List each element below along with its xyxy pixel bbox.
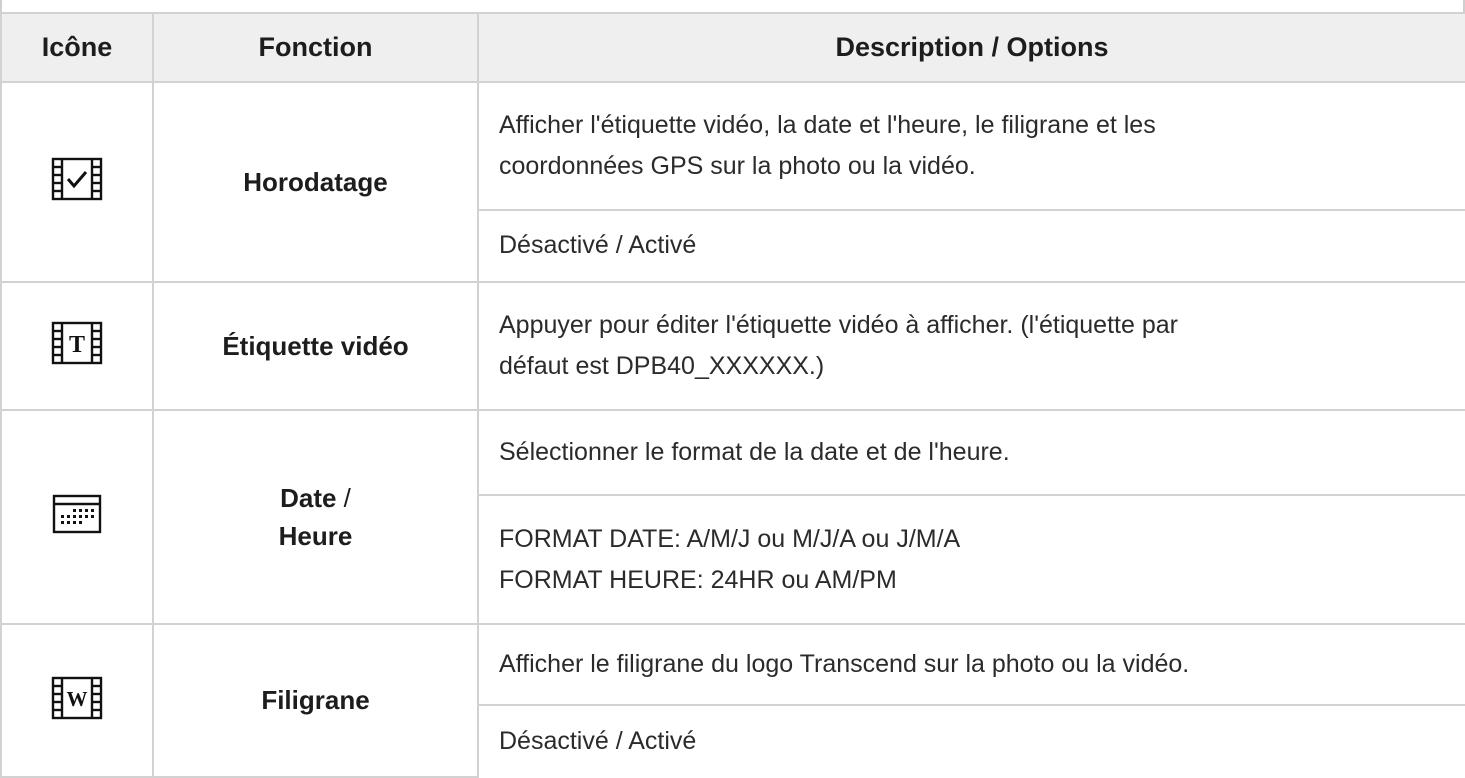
film-watermark-icon: W: [51, 676, 103, 720]
options-cell: Désactivé / Activé: [477, 703, 1465, 777]
function-name: Horodatage: [152, 81, 479, 283]
description-line: coordonnées GPS sur la photo ou la vidéo…: [499, 151, 976, 180]
film-check-icon: [51, 157, 103, 201]
table-header-row: Icône Fonction Description / Options: [0, 12, 1465, 83]
description-cell: Afficher l'étiquette vidéo, la date et l…: [477, 81, 1465, 211]
svg-text:W: W: [67, 687, 88, 711]
film-text-icon: T: [51, 321, 103, 365]
function-name: Filigrane: [152, 622, 479, 778]
table-row: W Filigrane Afficher le filigrane du log…: [0, 622, 1465, 778]
table-row: Date / Heure Sélectionner le format de l…: [0, 408, 1465, 625]
options-cell: FORMAT DATE: A/M/J ou M/J/A ou J/M/A FOR…: [477, 494, 1465, 625]
svg-text:T: T: [69, 332, 85, 358]
description-cell: Appuyer pour éditer l'étiquette vidéo à …: [477, 280, 1465, 411]
header-function: Fonction: [152, 12, 479, 83]
calendar-icon: [51, 492, 103, 536]
icon-cell: T: [0, 280, 154, 411]
icon-cell: [0, 81, 154, 283]
description-line: Appuyer pour éditer l'étiquette vidéo à …: [499, 310, 1178, 339]
function-name-line: Heure: [278, 520, 353, 551]
table-top-edge: [0, 0, 1465, 12]
icon-cell: W: [0, 622, 154, 778]
options-line: FORMAT DATE: A/M/J ou M/J/A ou J/M/A: [499, 524, 961, 553]
header-description: Description / Options: [477, 12, 1465, 83]
function-name-line: Date: [280, 482, 337, 513]
table-row: Horodatage Afficher l'étiquette vidéo, l…: [0, 81, 1465, 283]
description-cell: Afficher le filigrane du logo Transcend …: [477, 622, 1465, 706]
icon-cell: [0, 408, 154, 625]
header-icon: Icône: [0, 12, 154, 83]
table-row: T Étiquette vidéo Appuyer pour éditer l'…: [0, 280, 1465, 411]
description-line: défaut est DPB40_XXXXXX.): [499, 351, 825, 380]
description-cell: Sélectionner le format de la date et de …: [477, 408, 1465, 497]
options-cell: Désactivé / Activé: [477, 208, 1465, 283]
description-line: Afficher l'étiquette vidéo, la date et l…: [499, 110, 1156, 139]
settings-table: Icône Fonction Description / Options Hor…: [0, 12, 1465, 778]
options-line: FORMAT HEURE: 24HR ou AM/PM: [499, 565, 897, 594]
function-name: Date / Heure: [152, 408, 479, 625]
function-name-separator: /: [336, 482, 351, 513]
function-name: Étiquette vidéo: [152, 280, 479, 411]
